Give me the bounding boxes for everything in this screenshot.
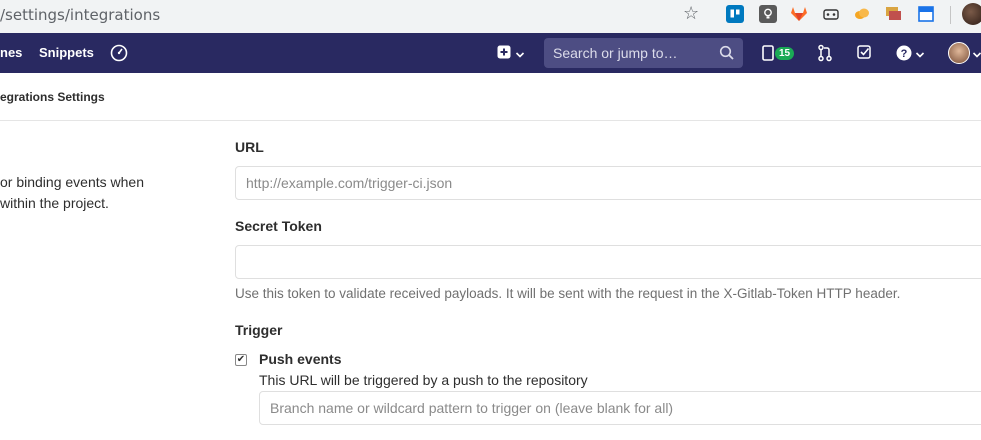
branch-filter-wrapper	[259, 391, 981, 425]
url-label: URL	[235, 139, 264, 155]
help-icon[interactable]: ?	[896, 45, 912, 66]
section-description: or binding events when within the projec…	[0, 174, 144, 211]
breadcrumb[interactable]: egrations Settings	[0, 90, 105, 104]
search-input[interactable]: Search or jump to…	[544, 38, 743, 68]
user-chevron-down-icon[interactable]	[972, 47, 981, 65]
push-events-checkbox[interactable]: ✔	[235, 354, 247, 366]
toolbar-separator	[950, 6, 951, 24]
issues-check-icon[interactable]	[857, 45, 872, 65]
svg-text:?: ?	[901, 48, 908, 60]
game-icon[interactable]	[822, 5, 840, 23]
trigger-label: Trigger	[235, 322, 283, 338]
nav-link-snippets[interactable]: Snippets	[39, 45, 94, 60]
chevron-down-icon[interactable]	[515, 47, 525, 65]
browser-profile-avatar[interactable]	[962, 3, 981, 25]
secret-token-label: Secret Token	[235, 218, 322, 234]
nav-link-partial[interactable]: nes	[0, 45, 22, 60]
secret-token-field[interactable]	[236, 246, 981, 278]
search-placeholder: Search or jump to…	[553, 45, 678, 61]
url-text[interactable]: /settings/integrations	[0, 6, 160, 24]
merge-request-icon[interactable]	[817, 44, 833, 67]
user-avatar[interactable]	[948, 42, 970, 64]
bookmark-star-icon[interactable]: ☆	[683, 3, 699, 24]
dashboard-gauge-icon[interactable]	[110, 44, 128, 67]
window-icon[interactable]	[917, 5, 935, 23]
push-events-description: This URL will be triggered by a push to …	[259, 372, 588, 388]
gitlab-navbar: nes Snippets Search or jump to… 15 ?	[0, 33, 981, 73]
lightbulb-icon[interactable]	[759, 5, 777, 23]
browser-toolbar: /settings/integrations ☆	[0, 0, 981, 33]
help-chevron-down-icon[interactable]	[915, 47, 925, 65]
new-item-plus-icon[interactable]	[497, 45, 511, 64]
stack-icon[interactable]	[885, 5, 903, 23]
push-events-label[interactable]: Push events	[259, 351, 341, 367]
search-icon	[719, 45, 734, 60]
url-field[interactable]	[236, 167, 981, 199]
address-bar[interactable]: /settings/integrations	[0, 1, 710, 28]
header-divider	[0, 120, 981, 121]
gitlab-icon[interactable]	[790, 5, 808, 23]
secret-token-help: Use this token to validate received payl…	[235, 286, 901, 301]
trello-icon[interactable]	[726, 5, 744, 23]
cloud-icon[interactable]	[853, 5, 871, 23]
secret-token-wrapper	[235, 245, 981, 279]
todos-count-badge[interactable]: 15	[775, 47, 795, 60]
url-field-wrapper	[235, 166, 981, 200]
todos-icon[interactable]	[762, 45, 776, 66]
branch-filter-field[interactable]	[260, 392, 981, 424]
